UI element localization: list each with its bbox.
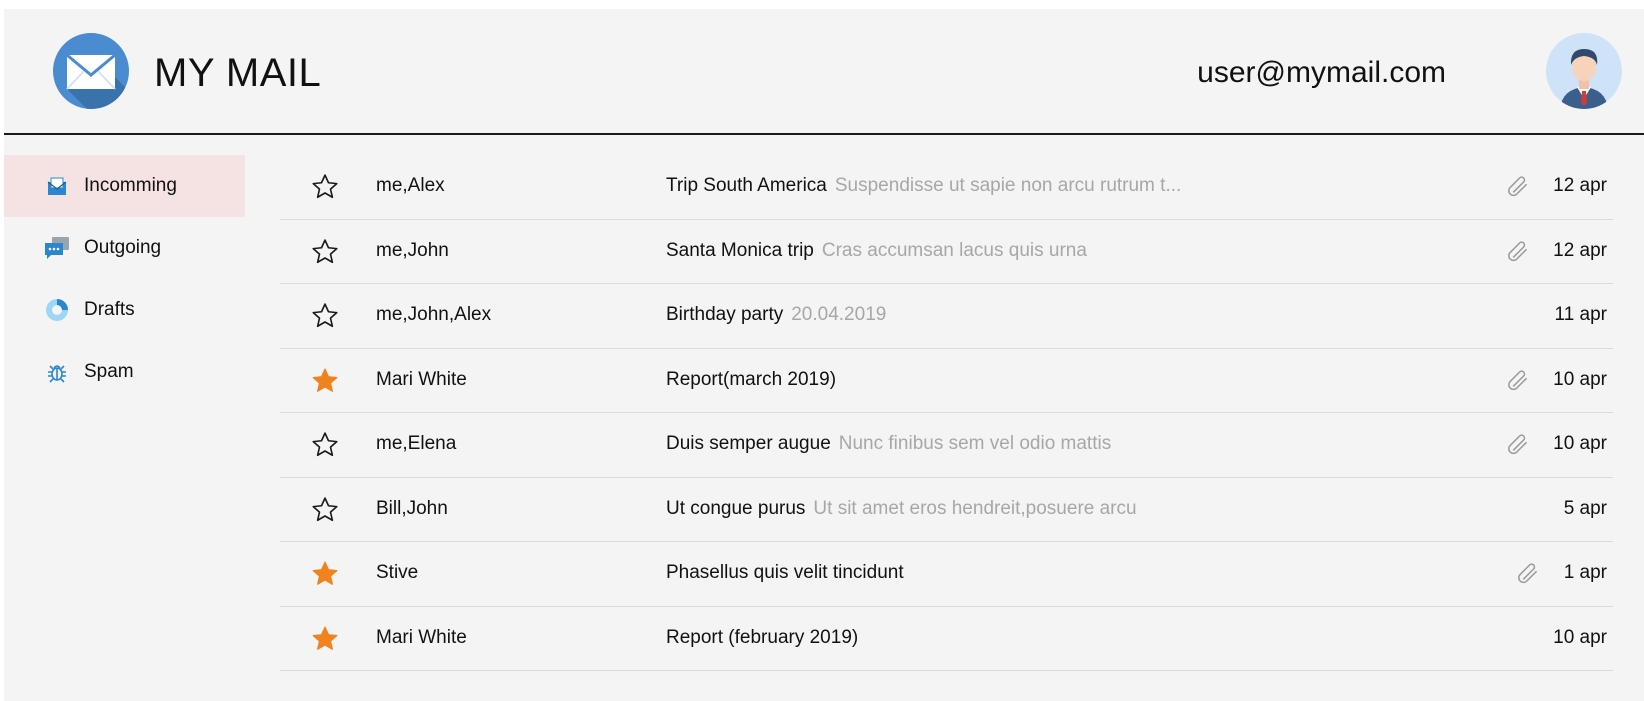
paperclip-icon <box>1505 431 1531 457</box>
list-item[interactable]: Bill,John Ut congue purus Ut sit amet ero… <box>280 478 1613 542</box>
list-item[interactable]: Stive Phasellus quis velit tincidunt 1 a… <box>280 542 1613 607</box>
list-item[interactable]: me,Elena Duis semper augue Nunc finibus s… <box>280 413 1613 478</box>
message-subject-line: Trip South America Suspendisse ut sapie n… <box>666 175 1181 197</box>
list-item[interactable]: me,John,Alex Birthday party 20.04.2019 11… <box>280 284 1613 349</box>
list-item[interactable]: me,John Santa Monica trip Cras accumsan l… <box>280 220 1613 284</box>
paperclip-icon <box>1515 560 1541 586</box>
star-outline-icon[interactable] <box>310 237 340 267</box>
message-sender: me,Alex <box>376 175 445 196</box>
message-subject-line: Ut congue purus Ut sit amet eros hendreit… <box>666 498 1137 520</box>
sidebar-item-label: Drafts <box>84 299 135 320</box>
sidebar-item-label: Spam <box>84 361 134 382</box>
message-sender: Mari White <box>376 626 467 648</box>
message-subject-line: Phasellus quis velit tincidunt <box>666 562 912 584</box>
envelope-open-icon <box>44 173 70 199</box>
message-sender: me,Elena <box>376 433 457 454</box>
envelope-icon <box>53 33 129 109</box>
user-avatar[interactable] <box>1546 33 1622 109</box>
message-date: 1 apr <box>1563 562 1607 583</box>
message-subject: Report (february 2019) <box>666 626 859 648</box>
sidebar-item-incomming[interactable]: Incomming <box>4 155 245 217</box>
message-date: 11 apr <box>1554 304 1607 325</box>
sidebar-item-outgoing[interactable]: Outgoing <box>4 217 245 279</box>
message-date: 10 apr <box>1553 368 1607 390</box>
message-date: 12 apr <box>1553 175 1607 196</box>
sidebar-item-drafts[interactable]: Drafts <box>4 279 245 341</box>
list-item[interactable]: me,Alex Trip South America Suspendisse ut… <box>280 155 1613 220</box>
message-date: 12 apr <box>1553 239 1607 261</box>
list-item[interactable]: Mari White Report (february 2019) 10 apr <box>280 607 1613 671</box>
message-sender: me,John,Alex <box>376 304 492 325</box>
message-sender: Mari White <box>376 368 467 390</box>
star-filled-icon[interactable] <box>310 624 340 654</box>
message-preview: Suspendisse ut sapie non arcu rutrum t..… <box>834 175 1182 196</box>
message-subject-line: Duis semper augue Nunc finibus sem vel od… <box>666 433 1111 455</box>
sidebar-item-spam[interactable]: Spam <box>4 341 245 403</box>
paperclip-icon <box>1505 367 1531 393</box>
message-subject-line: Report(march 2019) <box>666 369 844 391</box>
message-subject: Phasellus quis velit tincidunt <box>666 562 904 583</box>
app-header: MY MAIL user@mymail.com <box>4 9 1644 135</box>
chat-bubbles-icon <box>44 235 70 261</box>
message-subject: Duis semper augue <box>666 433 831 454</box>
message-subject-line: Santa Monica trip Cras accumsan lacus qui… <box>666 240 1087 262</box>
star-outline-icon[interactable] <box>310 430 340 460</box>
message-subject-line: Report (february 2019) <box>666 627 866 649</box>
sidebar-item-label: Outgoing <box>84 237 162 258</box>
message-subject: Ut congue purus <box>666 497 806 519</box>
star-outline-icon[interactable] <box>310 172 340 202</box>
message-subject-line: Birthday party 20.04.2019 <box>666 304 886 326</box>
message-preview: Cras accumsan lacus quis urna <box>821 239 1087 261</box>
message-date: 10 apr <box>1553 433 1607 454</box>
message-sender: Bill,John <box>376 497 448 519</box>
sidebar-item-label: Incomming <box>84 175 177 196</box>
message-sender: me,John <box>376 239 449 261</box>
sidebar-nav: Incomming Outgoing Drafts Spam <box>4 155 245 403</box>
message-preview: 20.04.2019 <box>791 304 887 325</box>
bug-icon <box>44 359 70 385</box>
star-outline-icon[interactable] <box>310 301 340 331</box>
paperclip-icon <box>1505 238 1531 264</box>
star-outline-icon[interactable] <box>310 495 340 525</box>
paperclip-icon <box>1505 173 1531 199</box>
message-preview: Nunc finibus sem vel odio mattis <box>838 433 1112 454</box>
app-title: MY MAIL <box>154 51 322 95</box>
message-sender: Stive <box>376 562 419 583</box>
donut-icon <box>44 297 70 323</box>
message-preview: Ut sit amet eros hendreit,posuere arcu <box>813 497 1137 519</box>
message-date: 5 apr <box>1563 497 1607 519</box>
message-date: 10 apr <box>1553 626 1607 648</box>
message-subject: Santa Monica trip <box>666 239 814 261</box>
list-item[interactable]: Mari White Report(march 2019) 10 apr <box>280 349 1613 413</box>
message-subject: Trip South America <box>666 175 827 196</box>
star-filled-icon[interactable] <box>310 559 340 589</box>
message-subject: Report(march 2019) <box>666 368 837 390</box>
user-email[interactable]: user@mymail.com <box>1197 55 1446 91</box>
message-subject: Birthday party <box>666 304 784 325</box>
mail-app: MY MAIL user@mymail.com Incomming Outgoi… <box>4 9 1644 701</box>
message-list: me,Alex Trip South America Suspendisse ut… <box>280 155 1613 671</box>
star-filled-icon[interactable] <box>310 366 340 396</box>
